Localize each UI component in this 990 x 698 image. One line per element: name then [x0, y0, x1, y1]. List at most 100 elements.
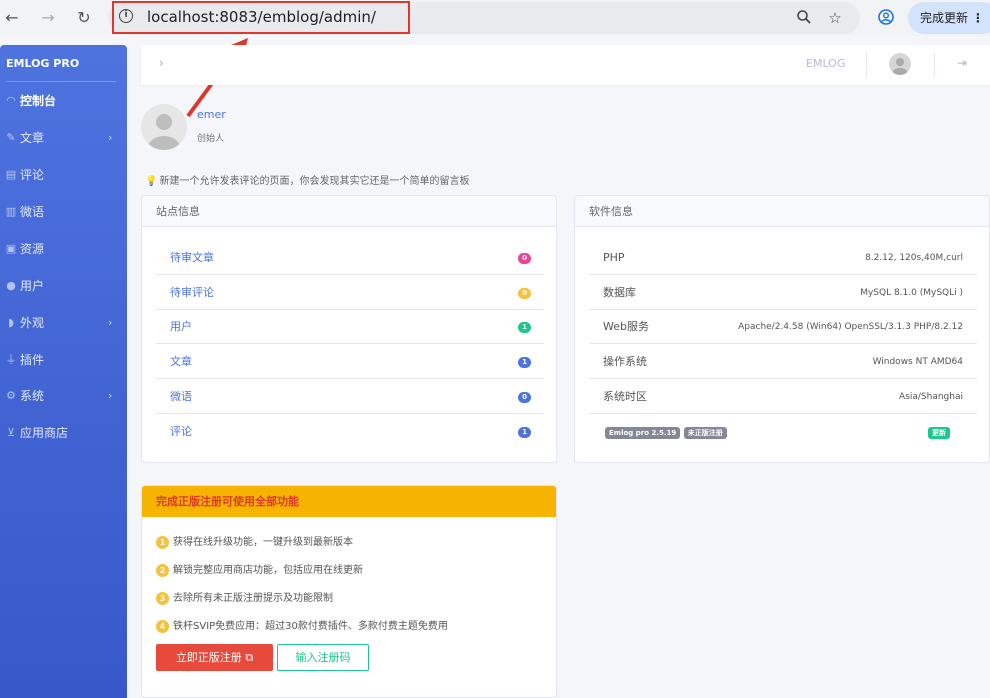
software-info-label: PHP	[603, 251, 625, 264]
update-badge[interactable]: 更新	[928, 427, 950, 439]
external-link-icon: ⧉	[245, 651, 254, 664]
site-info-row[interactable]: 微语 0	[156, 380, 544, 414]
site-info-label[interactable]: 文章	[170, 345, 192, 379]
site-info-row[interactable]: 待审文章 0	[156, 241, 544, 275]
topbar-divider	[934, 53, 935, 77]
register-now-button[interactable]: 立即正版注册 ⧉	[156, 644, 273, 671]
chevron-right-icon: ›	[108, 131, 113, 144]
sidebar-item-label: 用户	[20, 279, 45, 293]
back-icon[interactable]: ←	[2, 8, 22, 28]
bookmark-star-icon[interactable]: ☆	[826, 9, 844, 27]
registration-benefit: 4 铁杆SVIP免费应用：超过30款付费插件、多款付费主题免费用	[156, 617, 448, 633]
sidebar-item-app-store[interactable]: ⊻ 应用商店	[0, 421, 127, 445]
sidebar-item-notes[interactable]: ▥ 微语	[0, 200, 127, 224]
site-info-title: 站点信息	[142, 196, 556, 227]
sidebar-item-resources[interactable]: ▣ 资源	[0, 237, 127, 261]
sidebar-item-label: 微语	[20, 205, 45, 219]
benefit-text: 获得在线升级功能，一键升级到最新版本	[173, 537, 353, 548]
update-button[interactable]: 完成更新 ⋮	[908, 2, 990, 34]
version-row: Emlog pro 2.5.19 未正版注册 更新	[589, 416, 963, 450]
pencil-icon: ✎	[6, 131, 16, 144]
benefit-text: 铁杆SVIP免费应用：超过30款付费插件、多款付费主题免费用	[173, 621, 448, 632]
sidebar-item-plugins[interactable]: ⏚ 插件	[0, 348, 127, 372]
tip-label: 新建一个允许发表评论的页面，你会发现其实它还是一个简单的留言板	[159, 176, 470, 187]
sidebar-item-label: 评论	[20, 168, 45, 182]
sidebar-toggle-icon[interactable]: ›	[159, 56, 164, 70]
profile-role: 创始人	[197, 134, 225, 144]
url-highlight-box	[112, 1, 410, 34]
software-info-card: 软件信息 PHP 8.2.12, 120s,40M,curl 数据库 MySQL 8.…	[574, 195, 990, 463]
benefit-number: 4	[156, 620, 169, 633]
registration-title: 完成正版注册可使用全部功能	[142, 486, 556, 517]
count-badge: 0	[518, 287, 531, 299]
site-info-label[interactable]: 待审文章	[170, 241, 214, 275]
more-menu-icon[interactable]: ⋮	[972, 11, 984, 25]
software-info-value: 8.2.12, 120s,40M,curl	[864, 253, 963, 263]
count-badge: 1	[518, 426, 531, 438]
software-info-title: 软件信息	[575, 196, 989, 227]
sidebar-item-label: 外观	[20, 316, 45, 330]
sidebar-item-users[interactable]: ● 用户	[0, 274, 127, 298]
profile-icon[interactable]	[877, 9, 895, 27]
plug-icon: ⏚	[5, 353, 17, 366]
sidebar-brand[interactable]: EMLOG PRO	[6, 57, 79, 70]
software-info-value: MySQL 8.1.0 (MySQLi )	[860, 287, 963, 298]
note-icon: ▥	[5, 205, 17, 218]
registration-benefit: 1 获得在线升级功能，一键升级到最新版本	[156, 533, 353, 549]
site-info-label[interactable]: 待审评论	[170, 276, 214, 310]
dashboard-icon: ◠	[6, 94, 16, 107]
software-info-label: 系统时区	[603, 389, 647, 403]
chevron-right-icon: ›	[108, 316, 113, 329]
sidebar-item-label: 资源	[20, 242, 45, 256]
benefit-number: 1	[156, 536, 169, 549]
site-info-row[interactable]: 文章 1	[156, 345, 544, 380]
top-navbar: › EMLOG ⇥	[141, 45, 990, 85]
profile-name[interactable]: emer	[197, 108, 226, 121]
sidebar-item-label: 控制台	[20, 94, 57, 108]
software-info-label: Web服务	[603, 320, 649, 334]
sidebar-item-label: 应用商店	[20, 426, 69, 440]
reload-icon[interactable]: ↻	[74, 8, 94, 28]
sidebar-item-comments[interactable]: ▤ 评论	[0, 163, 127, 187]
count-badge: 0	[518, 391, 531, 403]
site-info-label[interactable]: 微语	[170, 380, 192, 414]
zoom-icon[interactable]	[795, 9, 813, 27]
count-badge: 1	[518, 357, 531, 369]
enter-code-button[interactable]: 输入注册码	[277, 644, 369, 671]
sidebar-item-dashboard[interactable]: ◠ 控制台	[0, 89, 127, 113]
sidebar-item-label: 插件	[20, 353, 45, 367]
benefit-number: 2	[156, 564, 169, 577]
count-badge: 1	[518, 322, 531, 334]
chevron-right-icon: ›	[108, 389, 113, 402]
sidebar-item-label: 系统	[20, 389, 45, 403]
logout-icon[interactable]: ⇥	[957, 56, 967, 70]
cart-icon: ⊻	[6, 426, 16, 439]
unregistered-badge[interactable]: 未正版注册	[683, 427, 727, 439]
sidebar-item-appearance[interactable]: ◗ 外观 ›	[0, 311, 127, 335]
site-info-row[interactable]: 待审评论 0	[156, 276, 544, 310]
sidebar-item-system[interactable]: ⚙ 系统 ›	[0, 384, 127, 408]
version-badge: Emlog pro 2.5.19	[605, 427, 681, 439]
site-info-row[interactable]: 用户 1	[156, 310, 544, 345]
site-info-label[interactable]: 评论	[170, 415, 192, 449]
benefit-text: 去除所有未正版注册提示及功能限制	[173, 593, 333, 604]
user-avatar[interactable]	[889, 53, 911, 75]
sidebar-item-articles[interactable]: ✎ 文章 ›	[0, 126, 127, 150]
registration-benefit: 2 解锁完整应用商店功能，包括应用在线更新	[156, 561, 363, 577]
sidebar-item-label: 文章	[20, 131, 45, 145]
site-info-row[interactable]: 评论 1	[156, 415, 544, 449]
site-info-label[interactable]: 用户	[170, 310, 192, 344]
forward-icon[interactable]: →	[38, 8, 58, 28]
profile-avatar[interactable]	[141, 104, 187, 150]
topbar-brand-link[interactable]: EMLOG	[806, 57, 845, 70]
benefit-text: 解锁完整应用商店功能，包括应用在线更新	[173, 565, 363, 576]
software-info-value: Apache/2.4.58 (Win64) OpenSSL/3.1.3 PHP/…	[738, 322, 963, 333]
sidebar-divider	[6, 81, 116, 82]
user-icon: ●	[6, 279, 16, 292]
version-badges: Emlog pro 2.5.19 未正版注册	[605, 416, 727, 450]
software-info-value: Asia/Shanghai	[899, 391, 963, 402]
gear-icon: ⚙	[6, 389, 16, 402]
site-info-card: 站点信息 待审文章 0 待审评论 0 用户 1 文章 1 微语 0 评论 1	[141, 195, 557, 463]
sidebar: EMLOG PRO ◠ 控制台 ✎ 文章 › ▤ 评论 ▥ 微语 ▣ 资源 ● …	[0, 45, 127, 698]
software-info-label: 操作系统	[603, 355, 647, 369]
